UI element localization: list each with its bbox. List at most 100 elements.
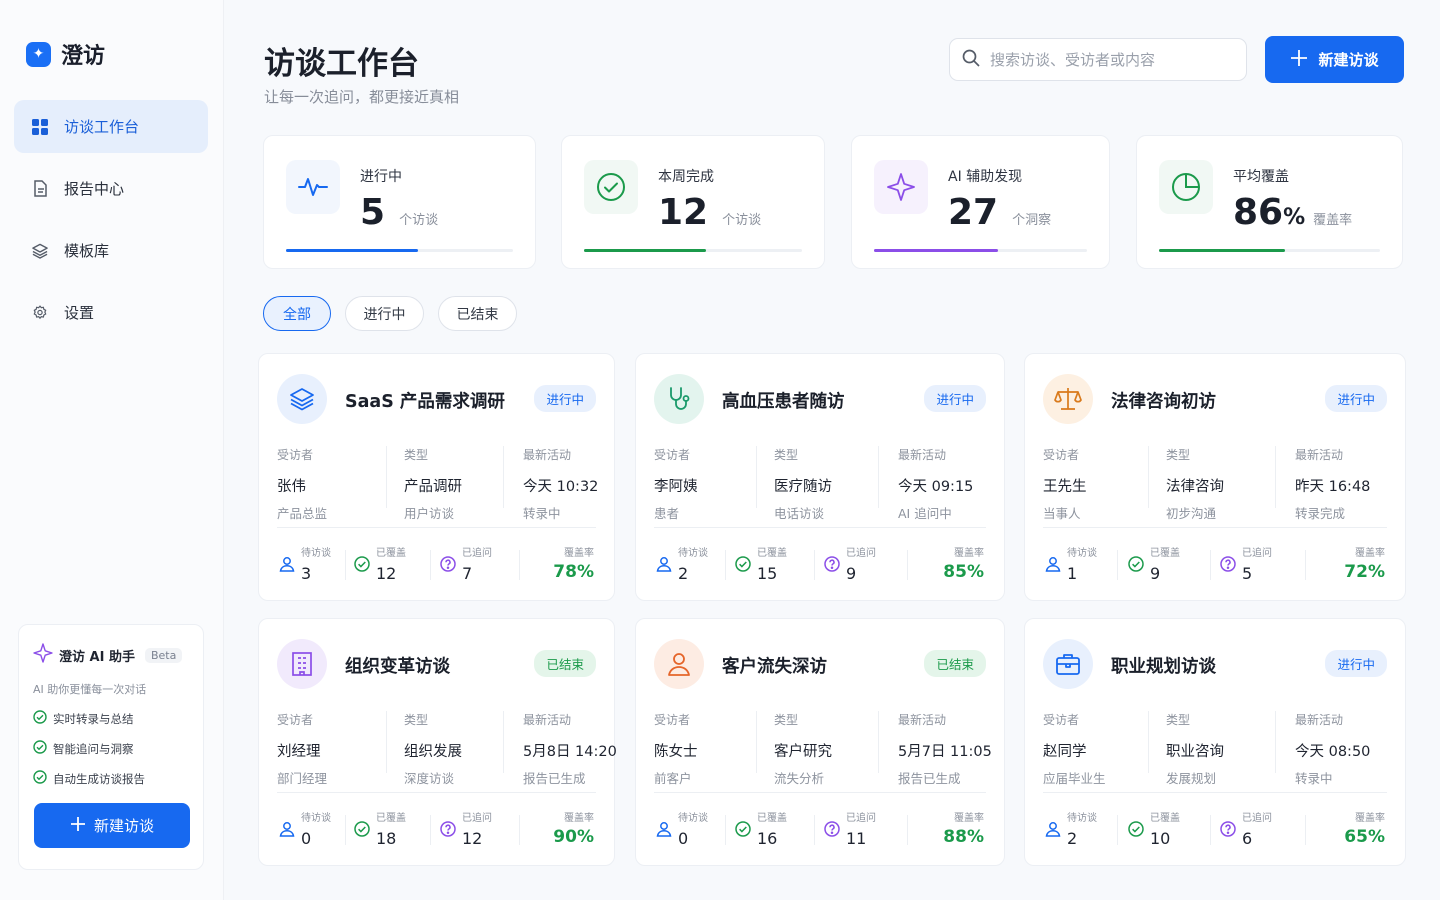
interview-subtype: 初步沟通 — [1166, 506, 1217, 521]
card-title: 职业规划访谈 — [1111, 657, 1216, 677]
sidebar-item-settings[interactable]: 设置 — [14, 286, 208, 339]
divider — [1210, 815, 1211, 845]
sidebar-item-label: 设置 — [64, 304, 95, 322]
person-icon — [279, 544, 295, 576]
interviewee-column: 受访者 李阿姨 患者 — [654, 446, 698, 521]
covered-stat: 已覆盖 9 — [1128, 544, 1180, 583]
interview-subtype: 流失分析 — [774, 771, 825, 786]
person-icon — [656, 809, 672, 841]
covered-count: 15 — [757, 564, 778, 583]
interviewee-role: 应届毕业生 — [1043, 771, 1106, 786]
divider — [519, 815, 520, 845]
divider — [878, 446, 879, 508]
check-circle-icon — [735, 809, 751, 841]
brand-name: 澄访 — [61, 44, 106, 69]
sidebar-item-templates[interactable]: 模板库 — [14, 224, 208, 277]
card-stats: 待访谈 2 已覆盖 10 已追问 6 覆盖率 65% — [1025, 809, 1405, 849]
stat-unit: 个访谈 — [399, 213, 439, 228]
divider — [814, 815, 815, 845]
interview-subtype: 深度访谈 — [404, 771, 455, 786]
activity-column: 最新活动 昨天 16:48 转录完成 — [1295, 446, 1371, 521]
activity-status: 转录中 — [1295, 771, 1333, 786]
interview-card[interactable]: 高血压患者随访 进行中 受访者 李阿姨 患者 类型 医疗随访 电话访谈 最新活动… — [635, 353, 1005, 601]
interview-card[interactable]: 职业规划访谈 进行中 受访者 赵同学 应届毕业生 类型 职业咨询 发展规划 最新… — [1024, 618, 1406, 866]
sidebar-item-workbench[interactable]: 访谈工作台 — [14, 100, 208, 153]
ai-assistant-panel: 澄访 AI 助手 Beta AI 助你更懂每一次对话 实时转录与总结 智能追问与… — [18, 624, 204, 870]
filter-ended[interactable]: 已结束 — [438, 296, 517, 331]
pending-count: 3 — [301, 564, 312, 583]
stat-number: 86 — [1233, 192, 1284, 233]
meta-label: 最新活动 — [1295, 448, 1344, 462]
sidebar-item-reports[interactable]: 报告中心 — [14, 162, 208, 215]
filter-in-progress[interactable]: 进行中 — [345, 296, 424, 331]
card-meta: 受访者 李阿姨 患者 类型 医疗随访 电话访谈 最新活动 今天 09:15 AI… — [636, 446, 1004, 521]
search-input[interactable] — [990, 50, 1230, 69]
divider — [1117, 815, 1118, 845]
interviewee-column: 受访者 刘经理 部门经理 — [277, 711, 327, 786]
stat-progress-fill — [1159, 249, 1285, 252]
stat-value: 27 个洞察 — [948, 192, 1051, 233]
divider — [386, 711, 387, 773]
stat-unit: 个访谈 — [722, 213, 762, 228]
covered-stat: 已覆盖 12 — [354, 544, 406, 583]
meta-label: 类型 — [774, 713, 799, 727]
covered-stat: 已覆盖 10 — [1128, 809, 1180, 848]
card-meta: 受访者 刘经理 部门经理 类型 组织发展 深度访谈 最新活动 5月8日 14:2… — [259, 711, 617, 786]
layers-icon — [32, 243, 48, 259]
coverage-stat: 覆盖率 88% — [943, 809, 984, 847]
stat-label: 已追问 — [1242, 548, 1272, 559]
activity-time: 5月8日 14:20 — [523, 744, 617, 760]
interviewee-column: 受访者 赵同学 应届毕业生 — [1043, 711, 1106, 786]
activity-time: 昨天 16:48 — [1295, 479, 1371, 495]
stat-progress-track — [1159, 249, 1380, 252]
status-badge: 已结束 — [924, 650, 986, 677]
card-meta: 受访者 张伟 产品总监 类型 产品调研 用户访谈 最新活动 今天 10:32 转… — [259, 446, 614, 521]
pending-count: 0 — [301, 829, 312, 848]
card-title: SaaS 产品需求调研 — [345, 392, 505, 412]
interviewee-column: 受访者 王先生 当事人 — [1043, 446, 1087, 521]
check-circle-icon — [33, 740, 47, 757]
search-box[interactable] — [949, 38, 1247, 81]
stat-label: 本周完成 — [658, 169, 714, 185]
interviewee-role: 前客户 — [654, 771, 692, 786]
activity-column: 最新活动 今天 09:15 AI 追问中 — [898, 446, 973, 521]
filter-all[interactable]: 全部 — [263, 296, 331, 331]
interview-type: 法律咨询 — [1166, 479, 1224, 495]
meta-label: 最新活动 — [1295, 713, 1344, 727]
button-label: 新建访谈 — [1318, 51, 1379, 69]
followups-stat: 已追问 12 — [440, 809, 492, 848]
divider — [907, 550, 908, 580]
stat-label: 已追问 — [462, 813, 492, 824]
grid-icon — [32, 118, 48, 135]
interview-card[interactable]: 组织变革访谈 已结束 受访者 刘经理 部门经理 类型 组织发展 深度访谈 最新活… — [258, 618, 617, 866]
stat-card-coverage: 平均覆盖 86 % 覆盖率 — [1136, 135, 1403, 269]
interviewee-role: 部门经理 — [277, 771, 328, 786]
stat-card-in-progress: 进行中 5 个访谈 — [263, 135, 536, 269]
question-circle-icon — [1220, 809, 1236, 841]
interview-card[interactable]: SaaS 产品需求调研 进行中 受访者 张伟 产品总监 类型 产品调研 用户访谈… — [258, 353, 615, 601]
stat-label: 覆盖率 — [564, 813, 594, 824]
pending-count: 2 — [1067, 829, 1078, 848]
divider — [1275, 446, 1276, 508]
followups-count: 11 — [846, 829, 867, 848]
interviewee-name: 刘经理 — [277, 744, 321, 760]
divider — [277, 792, 596, 793]
interview-card[interactable]: 客户流失深访 已结束 受访者 陈女士 前客户 类型 客户研究 流失分析 最新活动… — [635, 618, 1005, 866]
user-icon — [654, 639, 704, 689]
divider — [430, 815, 431, 845]
brand[interactable]: ✦ 澄访 — [26, 38, 105, 70]
interview-card[interactable]: 法律咨询初访 进行中 受访者 王先生 当事人 类型 法律咨询 初步沟通 最新活动… — [1024, 353, 1406, 601]
coverage-stat: 覆盖率 90% — [553, 809, 594, 847]
assistant-new-interview-button[interactable]: 新建访谈 — [34, 803, 190, 848]
card-meta: 受访者 赵同学 应届毕业生 类型 职业咨询 发展规划 最新活动 今天 08:50… — [1025, 711, 1405, 786]
stat-card-ai-insights: AI 辅助发现 27 个洞察 — [851, 135, 1110, 269]
card-stats: 待访谈 0 已覆盖 18 已追问 12 覆盖率 90% — [259, 809, 614, 849]
stat-label: 平均覆盖 — [1233, 169, 1289, 185]
divider — [1043, 527, 1387, 528]
check-circle-icon — [1128, 809, 1144, 841]
check-circle-icon — [33, 770, 47, 787]
type-column: 类型 法律咨询 初步沟通 — [1166, 446, 1224, 521]
activity-column: 最新活动 今天 08:50 转录中 — [1295, 711, 1370, 786]
new-interview-button[interactable]: 新建访谈 — [1265, 36, 1404, 83]
stat-label: 覆盖率 — [1355, 813, 1385, 824]
